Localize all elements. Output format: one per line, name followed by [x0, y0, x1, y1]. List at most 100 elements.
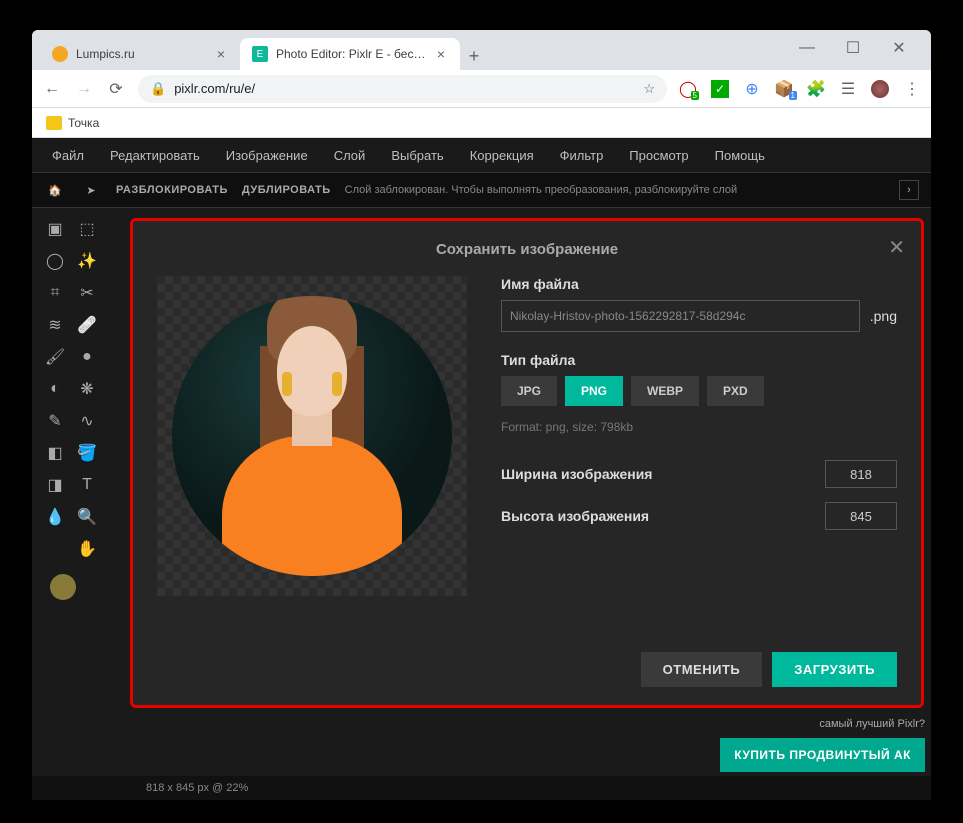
menu-filter[interactable]: Фильтр	[560, 148, 604, 163]
url-text: pixlr.com/ru/e/	[174, 81, 255, 96]
menu-view[interactable]: Просмотр	[629, 148, 688, 163]
type-webp-button[interactable]: WEBP	[631, 376, 699, 406]
reload-icon[interactable]: ⟳	[106, 79, 126, 99]
menu-image[interactable]: Изображение	[226, 148, 308, 163]
home-icon[interactable]: 🏠	[44, 179, 66, 201]
filename-label: Имя файла	[501, 276, 897, 292]
image-preview	[157, 276, 467, 596]
promo-text: самый лучший Pixlr?	[720, 718, 925, 730]
menu-layer[interactable]: Слой	[334, 148, 366, 163]
fill-tool-icon[interactable]: 🪣	[72, 438, 102, 468]
hand-tool-icon[interactable]: ✋	[72, 534, 102, 564]
ext-icon[interactable]: 📦1	[775, 80, 793, 98]
wand-tool-icon[interactable]: ✨	[72, 246, 102, 276]
close-icon[interactable]: ×	[214, 47, 228, 61]
avatar-icon[interactable]	[871, 80, 889, 98]
tab-pixlr[interactable]: E Photo Editor: Pixlr E - бесплатны ×	[240, 38, 460, 70]
cut-tool-icon[interactable]: ✂	[72, 278, 102, 308]
lasso-tool-icon[interactable]: ◯	[40, 246, 70, 276]
new-tab-button[interactable]: +	[460, 42, 488, 70]
brush-tool-icon[interactable]: 🖌	[40, 342, 70, 372]
tab-title: Lumpics.ru	[76, 47, 206, 61]
type-pxd-button[interactable]: PXD	[707, 376, 764, 406]
pen-tool-icon[interactable]: ✎	[40, 406, 70, 436]
chevron-right-icon[interactable]: ›	[899, 180, 919, 200]
forward-icon[interactable]: →	[74, 79, 94, 99]
save-form: Имя файла .png Тип файла JPG PNG WEBP PX…	[501, 276, 897, 596]
tab-title: Photo Editor: Pixlr E - бесплатны	[276, 47, 426, 61]
type-jpg-button[interactable]: JPG	[501, 376, 557, 406]
sponge-tool-icon[interactable]: ❋	[72, 374, 102, 404]
bookmark-item[interactable]: Точка	[68, 116, 99, 130]
dialog-title: Сохранить изображение	[157, 237, 897, 276]
arrow-tool-icon[interactable]: ➤	[80, 179, 102, 201]
window-controls: — ☐ ✕	[793, 34, 923, 70]
favicon-icon: E	[252, 46, 268, 62]
menu-select[interactable]: Выбрать	[391, 148, 443, 163]
reading-list-icon[interactable]: ☰	[839, 80, 857, 98]
menu-correction[interactable]: Коррекция	[470, 148, 534, 163]
width-label: Ширина изображения	[501, 466, 652, 482]
menu-edit[interactable]: Редактировать	[110, 148, 200, 163]
unlock-button[interactable]: РАЗБЛОКИРОВАТЬ	[116, 184, 228, 196]
titlebar: Lumpics.ru × E Photo Editor: Pixlr E - б…	[32, 30, 931, 70]
star-icon[interactable]: ☆	[643, 81, 655, 97]
address-bar: ← → ⟳ 🔒 pixlr.com/ru/e/ ☆ ◯5 ✓ ⊕ 📦1 🧩 ☰ …	[32, 70, 931, 108]
favicon-icon	[52, 46, 68, 62]
extensions-icon[interactable]: 🧩	[807, 80, 825, 98]
move-tool-icon[interactable]: ▣	[40, 214, 70, 244]
close-icon[interactable]: ✕	[888, 235, 905, 260]
crop-tool-icon[interactable]: ⌗	[40, 278, 70, 308]
dodge-tool-icon[interactable]: ◐	[40, 374, 70, 404]
download-button[interactable]: ЗАГРУЗИТЬ	[772, 652, 897, 687]
heal-tool-icon[interactable]: 🩹	[72, 310, 102, 340]
height-label: Высота изображения	[501, 508, 649, 524]
text-tool-icon[interactable]: T	[72, 470, 102, 500]
tools-sidebar: ▣ ⬚ ◯ ✨ ⌗ ✂ ≋ 🩹 🖌 ● ◐ ❋ ✎ ∿ ◧ 🪣 ◨ T 💧 🔍	[32, 208, 110, 772]
canvas-info: 818 x 845 px @ 22%	[146, 782, 248, 794]
menu-icon[interactable]: ⋮	[903, 80, 921, 98]
eyedropper-tool-icon[interactable]: 💧	[40, 502, 70, 532]
eraser-tool-icon[interactable]: ◧	[40, 438, 70, 468]
cancel-button[interactable]: ОТМЕНИТЬ	[641, 652, 763, 687]
promo-banner: самый лучший Pixlr? КУПИТЬ ПРОДВИНУТЫЙ А…	[720, 718, 925, 772]
width-input[interactable]	[825, 460, 897, 488]
color-swatch[interactable]	[50, 574, 76, 600]
zoom-tool-icon[interactable]: 🔍	[72, 502, 102, 532]
filename-input[interactable]	[501, 300, 860, 332]
tab-lumpics[interactable]: Lumpics.ru ×	[40, 38, 240, 70]
minimize-icon[interactable]: —	[793, 34, 821, 62]
menu-file[interactable]: Файл	[52, 148, 84, 163]
blur-tool-icon[interactable]: ●	[72, 342, 102, 372]
gradient-tool-icon[interactable]: ◨	[40, 470, 70, 500]
back-icon[interactable]: ←	[42, 79, 62, 99]
save-dialog: Сохранить изображение ✕ Имя файла .png Т…	[130, 218, 924, 708]
maximize-icon[interactable]: ☐	[839, 34, 867, 62]
extension-label: .png	[870, 308, 897, 324]
ext-icon[interactable]: ◯5	[679, 80, 697, 98]
height-input[interactable]	[825, 502, 897, 530]
bookmarks-bar: Точка	[32, 108, 931, 138]
menu-help[interactable]: Помощь	[715, 148, 765, 163]
options-bar: 🏠 ➤ РАЗБЛОКИРОВАТЬ ДУБЛИРОВАТЬ Слой забл…	[32, 172, 931, 208]
type-png-button[interactable]: PNG	[565, 376, 623, 406]
filetype-buttons: JPG PNG WEBP PXD	[501, 376, 897, 406]
buy-premium-button[interactable]: КУПИТЬ ПРОДВИНУТЫЙ АК	[720, 738, 925, 772]
liquify-tool-icon[interactable]: ≋	[40, 310, 70, 340]
url-input[interactable]: 🔒 pixlr.com/ru/e/ ☆	[138, 75, 667, 103]
lock-icon: 🔒	[150, 81, 166, 97]
marquee-tool-icon[interactable]: ⬚	[72, 214, 102, 244]
duplicate-button[interactable]: ДУБЛИРОВАТЬ	[242, 184, 331, 196]
close-icon[interactable]: ×	[434, 47, 448, 61]
folder-icon	[46, 116, 62, 130]
status-bar: 818 x 845 px @ 22%	[32, 776, 931, 800]
extensions: ◯5 ✓ ⊕ 📦1 🧩 ☰ ⋮	[679, 80, 921, 98]
draw-tool-icon[interactable]: ∿	[72, 406, 102, 436]
close-window-icon[interactable]: ✕	[885, 34, 913, 62]
menubar: Файл Редактировать Изображение Слой Выбр…	[32, 138, 931, 172]
format-info: Format: png, size: 798kb	[501, 420, 897, 434]
lock-message: Слой заблокирован. Чтобы выполнять преоб…	[345, 184, 738, 196]
ext-icon[interactable]: ✓	[711, 80, 729, 98]
ext-icon[interactable]: ⊕	[743, 80, 761, 98]
filetype-label: Тип файла	[501, 352, 897, 368]
